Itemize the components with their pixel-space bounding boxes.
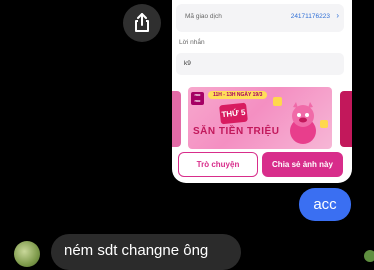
reaction-avatar xyxy=(364,250,374,262)
incoming-message[interactable]: ném sdt changne ông xyxy=(51,234,241,270)
note-value: k9 xyxy=(184,60,191,67)
banner-date: 11H - 13H NGÀY 19/3 xyxy=(208,91,268,99)
pig-mascot-icon xyxy=(290,102,316,144)
banner-day: THỨ 5 xyxy=(219,102,248,125)
banner-prev-peek[interactable] xyxy=(172,91,181,147)
transaction-id-value: 24171176223 xyxy=(290,13,330,20)
avatar[interactable] xyxy=(14,241,40,267)
transaction-id-label: Mã giao dịch xyxy=(185,13,222,20)
promo-banner[interactable]: mo mo 11H - 13H NGÀY 19/3 THỨ 5 SĂN TIỀN … xyxy=(188,87,332,149)
chevron-right-icon: › xyxy=(336,11,339,20)
share-icon xyxy=(135,13,149,32)
momo-logo: mo mo xyxy=(191,92,204,105)
note-label: Lời nhắn xyxy=(179,39,205,46)
share-image-button[interactable]: Chia sẻ ảnh này xyxy=(262,152,343,177)
transfer-receipt-card[interactable]: Mã giao dịch 24171176223 › Lời nhắn k9 m… xyxy=(172,0,352,183)
banner-next-peek[interactable] xyxy=(340,91,352,147)
outgoing-message[interactable]: acc xyxy=(299,188,351,221)
note-field: k9 xyxy=(176,53,344,75)
gift-icon xyxy=(273,97,282,106)
banner-headline: SĂN TIỀN TRIỆU xyxy=(193,126,280,137)
transaction-id-row[interactable]: Mã giao dịch 24171176223 › xyxy=(176,4,344,32)
chat-button[interactable]: Trò chuyện xyxy=(178,152,258,177)
share-button[interactable] xyxy=(123,4,161,42)
